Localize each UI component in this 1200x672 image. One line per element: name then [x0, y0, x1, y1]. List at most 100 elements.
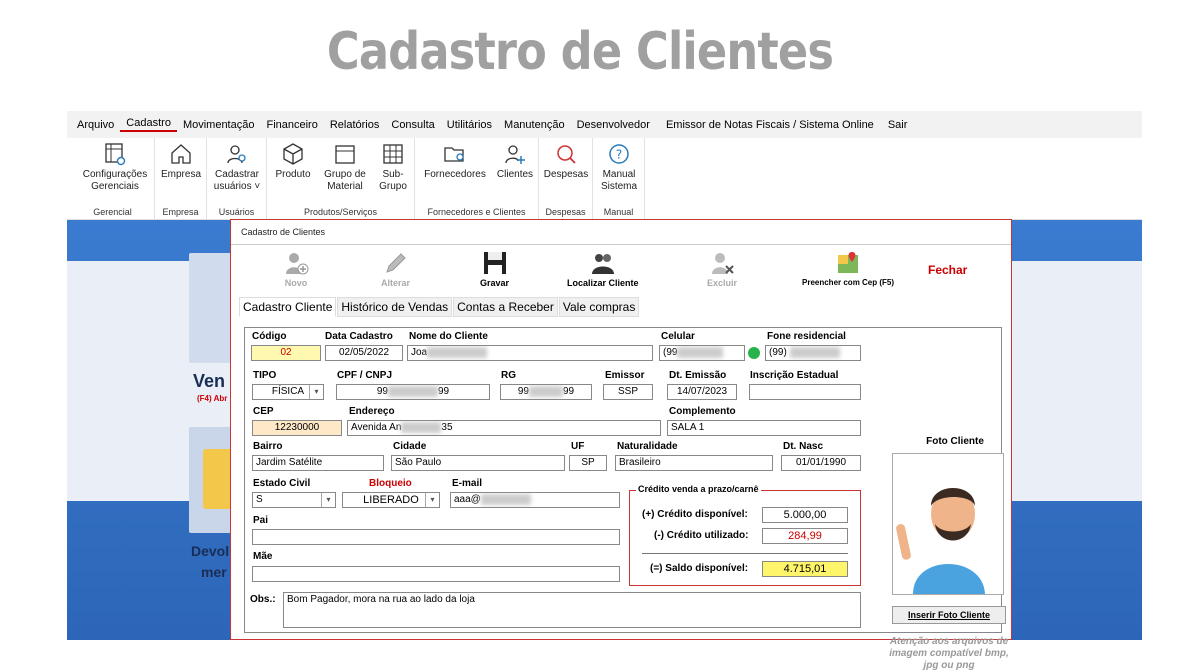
- manual-label-1: Manual: [602, 169, 636, 180]
- menu-item-cadastro[interactable]: Cadastro: [120, 117, 177, 132]
- alterar-button[interactable]: Alterar: [381, 250, 410, 288]
- despesas-button[interactable]: Despesas: [543, 142, 589, 181]
- tab-bar: Cadastro Cliente Histórico de Vendas Conta…: [239, 297, 640, 317]
- pai-label: Pai: [253, 515, 269, 526]
- photo-title: Foto Cliente: [926, 436, 984, 447]
- chevron-down-icon: ▾: [425, 493, 439, 507]
- uf-label: UF: [571, 441, 585, 452]
- menu-item-sair[interactable]: Sair: [882, 119, 914, 131]
- help-icon: ?: [609, 144, 629, 164]
- emissor-field[interactable]: SSP: [603, 384, 653, 400]
- cpf-field[interactable]: 99 99: [336, 384, 490, 400]
- group-label-gerencial: Gerencial: [93, 207, 132, 217]
- endereco-field[interactable]: Avenida An 35: [347, 420, 661, 436]
- produto-button[interactable]: Produto: [271, 142, 315, 181]
- novo-button[interactable]: Novo: [283, 250, 309, 288]
- emissao-field[interactable]: 14/07/2023: [667, 384, 737, 400]
- novo-label: Novo: [284, 278, 308, 288]
- cadastrar-usuarios-button[interactable]: Cadastrar usuários ˅: [209, 142, 265, 193]
- menu-bar: Arquivo Cadastro Movimentação Financeiro Rel…: [67, 111, 1142, 138]
- preencher-cep-button[interactable]: Preencher com Cep (F5): [802, 250, 894, 287]
- celular-field[interactable]: (99: [659, 345, 745, 361]
- menu-item-arquivo[interactable]: Arquivo: [71, 119, 120, 131]
- menu-item-consulta[interactable]: Consulta: [385, 119, 440, 131]
- bloqueio-select[interactable]: LIBERADO ▾: [342, 492, 440, 508]
- group-label-manual: Manual: [603, 207, 634, 217]
- tab-contas-a-receber[interactable]: Contas a Receber: [453, 297, 558, 317]
- grupo-material-button[interactable]: Grupo de Material: [321, 142, 369, 193]
- user-search-icon: [227, 145, 246, 164]
- cep-field[interactable]: 12230000: [252, 420, 342, 436]
- naturalidade-field[interactable]: Brasileiro: [615, 455, 773, 471]
- fechar-button[interactable]: Fechar: [928, 263, 967, 277]
- nome-field[interactable]: Joa: [407, 345, 653, 361]
- localizar-cliente-button[interactable]: Localizar Cliente: [567, 250, 639, 288]
- cep-label: Preencher com Cep (F5): [802, 278, 895, 287]
- yellow-card-icon: [203, 449, 233, 509]
- redacted-blur: [401, 422, 442, 433]
- redacted-blur: [677, 347, 724, 358]
- subgrupo-button[interactable]: Sub- Grupo: [373, 142, 413, 193]
- tab-vale-compras[interactable]: Vale compras: [558, 297, 640, 317]
- tab-cadastro-cliente[interactable]: Cadastro Cliente: [239, 297, 337, 317]
- inserir-foto-button[interactable]: Inserir Foto Cliente: [892, 606, 1006, 624]
- complemento-field[interactable]: SALA 1: [667, 420, 861, 436]
- fone-label: Fone residencial: [767, 331, 846, 342]
- credit-title: Crédito venda a prazo/carnê: [636, 484, 761, 494]
- ribbon-group-usuarios: Cadastrar usuários ˅ Usuários: [207, 138, 267, 220]
- fone-value: (99): [769, 347, 787, 359]
- credito-disponivel-label: (+) Crédito disponível:: [642, 509, 748, 520]
- despesas-label: Despesas: [543, 169, 589, 180]
- ribbon-group-empresa: Empresa Empresa: [155, 138, 207, 220]
- codigo-field[interactable]: 02: [251, 345, 321, 361]
- mae-field[interactable]: [252, 566, 620, 582]
- tipo-select[interactable]: FÍSICA ▾: [252, 384, 324, 400]
- clientes-button[interactable]: Clientes: [493, 142, 537, 181]
- obs-field[interactable]: Bom Pagador, mora na rua ao lado da loja: [283, 592, 861, 628]
- venda-label: Ven: [193, 371, 226, 391]
- emissao-label: Dt. Emissão: [669, 370, 727, 381]
- nascimento-field[interactable]: 01/01/1990: [781, 455, 861, 471]
- pai-field[interactable]: [252, 529, 620, 545]
- inscricao-field[interactable]: [749, 384, 861, 400]
- menu-item-manuten-o[interactable]: Manutenção: [498, 119, 571, 131]
- data-cadastro-label: Data Cadastro: [325, 331, 393, 342]
- redacted-blur: [427, 347, 488, 358]
- fornecedores-button[interactable]: Fornecedores: [419, 142, 491, 181]
- uf-field[interactable]: SP: [569, 455, 607, 471]
- usuarios-label-1: Cadastrar: [215, 169, 259, 180]
- menu-item-relat-rios[interactable]: Relatórios: [324, 119, 386, 131]
- excluir-button[interactable]: Excluir: [707, 250, 737, 288]
- group-label-fornecedores: Fornecedores e Clientes: [427, 207, 526, 217]
- gravar-button[interactable]: Gravar: [480, 250, 509, 288]
- menu-item-financeiro[interactable]: Financeiro: [260, 119, 323, 131]
- menu-item-movimenta-o[interactable]: Movimentação: [177, 119, 261, 131]
- menu-item-emissor-de-notas-fiscais-sistema-online[interactable]: Emissor de Notas Fiscais / Sistema Onlin…: [660, 119, 880, 131]
- sub-label-2: Grupo: [379, 181, 407, 192]
- estado-civil-value: S: [256, 494, 263, 505]
- complemento-label: Complemento: [669, 406, 736, 417]
- whatsapp-icon[interactable]: [748, 347, 760, 359]
- endereco-label: Endereço: [349, 406, 395, 417]
- estado-civil-select[interactable]: S ▾: [252, 492, 336, 508]
- gravar-label: Gravar: [480, 278, 510, 288]
- svg-text:?: ?: [616, 148, 622, 162]
- config-gerenciais-button[interactable]: Configurações Gerenciais: [79, 142, 151, 193]
- clientes-label: Clientes: [496, 169, 534, 180]
- empresa-button[interactable]: Empresa: [157, 142, 205, 181]
- menu-item-desenvolvedor[interactable]: Desenvolvedor: [571, 119, 656, 131]
- tab-hist-rico-de-vendas[interactable]: Histórico de Vendas: [337, 297, 453, 317]
- user-add-icon: [286, 253, 309, 275]
- manual-sistema-button[interactable]: ? Manual Sistema: [597, 142, 641, 193]
- nascimento-label: Dt. Nasc: [783, 441, 824, 452]
- cidade-field[interactable]: São Paulo: [391, 455, 565, 471]
- email-field[interactable]: aaa@: [450, 492, 620, 508]
- rg-field[interactable]: 99 99: [500, 384, 592, 400]
- data-cadastro-field[interactable]: 02/05/2022: [325, 345, 403, 361]
- inscricao-label: Inscrição Estadual: [750, 370, 839, 381]
- bairro-field[interactable]: Jardim Satélite: [252, 455, 384, 471]
- save-disk-icon: [483, 252, 506, 274]
- usuarios-label-2: usuários ˅: [213, 181, 261, 192]
- fone-field[interactable]: (99): [765, 345, 861, 361]
- menu-item-utilit-rios[interactable]: Utilitários: [441, 119, 498, 131]
